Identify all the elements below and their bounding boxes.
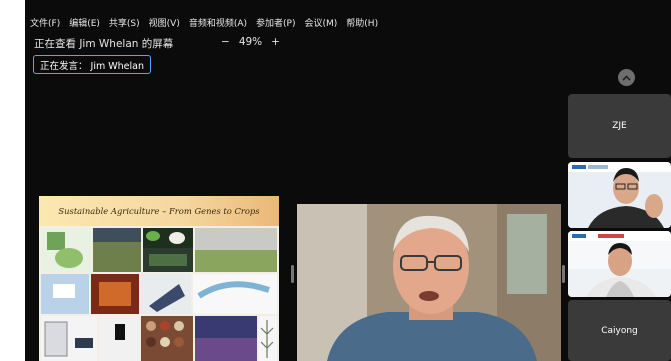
participant-video-tile[interactable] — [568, 231, 671, 297]
zoom-level: 49% — [238, 36, 263, 48]
active-speaker-badge: 正在发言： Jim Whelan — [33, 55, 151, 74]
menu-participants[interactable]: 参加者(P) — [256, 16, 295, 29]
slide-title: Sustainable Agriculture – From Genes to … — [39, 196, 279, 226]
menu-share[interactable]: 共享(S) — [109, 16, 140, 29]
split-handle-right[interactable] — [562, 265, 565, 283]
participant-tile-zje[interactable]: ZJE — [568, 94, 671, 158]
collapse-panel-button[interactable] — [618, 69, 635, 86]
zoom-out-button[interactable]: − — [221, 36, 230, 48]
zoom-controls: − 49% + — [221, 36, 280, 48]
shared-slide: Sustainable Agriculture – From Genes to … — [39, 196, 279, 361]
menu-edit[interactable]: 编辑(E) — [69, 16, 100, 29]
speaker-video — [297, 204, 561, 361]
menu-bar: 文件(F) 编辑(E) 共享(S) 视图(V) 音频和视频(A) 参加者(P) … — [25, 12, 671, 32]
slide-collage — [39, 226, 279, 361]
participant-video-tile[interactable] — [568, 162, 671, 228]
menu-view[interactable]: 视图(V) — [149, 16, 180, 29]
participant-tile-caiyong[interactable]: Caiyong — [568, 300, 671, 361]
speaker-video-feed — [297, 204, 561, 361]
menu-meeting[interactable]: 会议(M) — [305, 16, 338, 29]
menu-help[interactable]: 帮助(H) — [346, 16, 378, 29]
participant-video-feed — [568, 162, 671, 228]
participant-name: Caiyong — [601, 325, 638, 336]
menu-file[interactable]: 文件(F) — [30, 16, 60, 29]
meeting-window: 文件(F) 编辑(E) 共享(S) 视图(V) 音频和视频(A) 参加者(P) … — [25, 0, 671, 361]
chevron-up-icon — [622, 74, 631, 81]
participant-name: ZJE — [612, 121, 627, 131]
participant-video-feed — [568, 231, 671, 297]
viewing-screen-label: 正在查看 Jim Whelan 的屏幕 — [34, 38, 174, 50]
split-handle-left[interactable] — [291, 265, 294, 283]
zoom-in-button[interactable]: + — [271, 36, 280, 48]
menu-audio-video[interactable]: 音频和视频(A) — [189, 16, 247, 29]
